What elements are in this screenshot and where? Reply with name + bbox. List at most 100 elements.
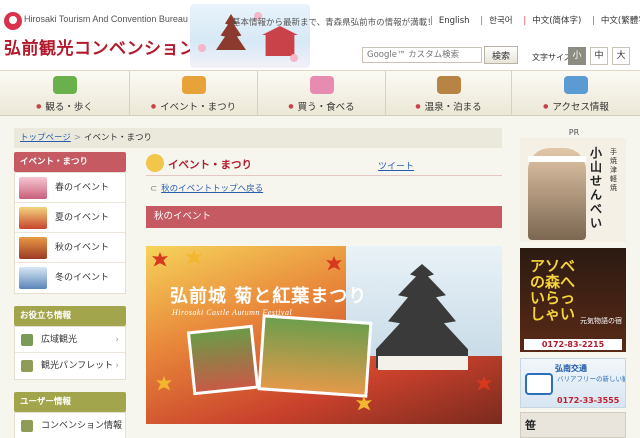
nav-label: アクセス情報 <box>512 99 640 113</box>
banner-photo <box>257 314 373 398</box>
nav-access[interactable]: アクセス情報 <box>512 71 640 115</box>
sidebar-item-winter[interactable]: 冬のイベント <box>15 263 125 293</box>
sidebar-item-summer[interactable]: 夏のイベント <box>15 203 125 233</box>
lang-english[interactable]: English <box>439 16 470 26</box>
nav-label: 観る・歩く <box>0 99 129 113</box>
chevron-right-icon: › <box>115 361 119 371</box>
sidebar-item-label: 観光パンフレット <box>41 361 114 371</box>
ad-copy: バリアフリーの新しい観光バスで <box>557 375 626 383</box>
return-arrow-icon: ⊂ <box>150 184 158 194</box>
sidebar-users-heading: ユーザー情報 <box>14 392 126 412</box>
festival-icon <box>181 76 206 94</box>
nav-onsen-lodging[interactable]: 温泉・泊まる <box>386 71 512 115</box>
map-icon <box>21 334 33 346</box>
ad-headline: アソベの森へいらっしゃい <box>530 257 576 323</box>
autumn-thumbnail-icon <box>19 237 47 259</box>
lang-chinese-traditional[interactable]: 中文(繁體字) <box>601 16 640 26</box>
sidebar-item-convention[interactable]: コンベンション情報 › <box>15 413 125 438</box>
ad-caption: 元気物語の宿 <box>580 317 622 325</box>
castle-wall <box>378 356 468 370</box>
headband <box>528 156 586 162</box>
search-input[interactable] <box>362 47 482 63</box>
ad-brand: 弘南交通 <box>555 364 587 373</box>
sidebar-item-pamphlet[interactable]: 観光パンフレット › <box>15 353 125 379</box>
page-title-bar: イベント・まつり ツイート <box>146 152 502 176</box>
nav-label: 温泉・泊まる <box>386 99 511 113</box>
ad-title: 小山せんべい <box>590 146 603 230</box>
banner-subtitle: Hirosaki Castle Autumn Festival <box>172 308 293 317</box>
back-link-row: ⊂ 秋のイベントトップへ戻る <box>150 182 263 194</box>
maple-leaf-icon <box>156 376 172 391</box>
convention-icon <box>21 420 33 432</box>
western-building-icon <box>262 26 298 56</box>
pr-label: PR <box>568 128 580 137</box>
search-button[interactable]: 検索 <box>484 46 518 64</box>
cherry-blossom-icon <box>290 54 298 62</box>
language-nav: |English |한국어 |中文(简体字) |中文(繁體字) <box>422 14 640 26</box>
maple-leaf-icon <box>476 376 492 391</box>
font-size-medium-button[interactable]: 中 <box>590 47 608 65</box>
back-to-autumn-link[interactable]: 秋のイベントトップへ戻る <box>161 184 263 194</box>
maple-leaf-icon <box>152 252 168 267</box>
camera-icon <box>52 76 77 94</box>
sidebar-item-label: 冬のイベント <box>55 273 110 283</box>
ad-mark: 笹 <box>525 419 536 432</box>
font-size-large-button[interactable]: 大 <box>612 47 630 65</box>
chevron-right-icon: › <box>115 335 119 345</box>
chevron-right-icon: › <box>115 421 119 431</box>
sidebar-item-spring[interactable]: 春のイベント <box>15 173 125 203</box>
festival-banner[interactable]: 弘前城 菊と紅葉まつり Hirosaki Castle Autumn Festi… <box>146 246 502 424</box>
nav-shopping-dining[interactable]: 買う・食べる <box>258 71 386 115</box>
pr-ad-asobe[interactable]: アソベの森へいらっしゃい 元気物語の宿 0172-83-2215 <box>520 248 626 352</box>
ad-phone: 0172-33-3555 <box>557 396 620 405</box>
festival-icon <box>146 154 164 172</box>
font-size-label: 文字サイズ <box>532 53 572 62</box>
sidebar-item-label: コンベンション情報 <box>41 421 123 431</box>
maple-leaf-icon <box>326 256 342 271</box>
header-illustration <box>190 4 310 68</box>
nav-label: イベント・まつり <box>130 99 257 113</box>
bus-icon <box>525 373 553 395</box>
sidebar-item-regional[interactable]: 広域観光 › <box>15 327 125 353</box>
maple-leaf-icon <box>356 396 372 411</box>
site-tagline: 基本情報から最新まで、青森県弘前市の情報が満載！ <box>232 18 436 28</box>
shopping-bag-icon <box>309 76 334 94</box>
banner-photo <box>186 324 260 396</box>
sidebar-item-autumn[interactable]: 秋のイベント <box>15 233 125 263</box>
pr-ad-konan-bus[interactable]: 弘南交通 バリアフリーの新しい観光バスで 0172-33-3555 <box>520 358 626 408</box>
nav-label: 買う・食べる <box>258 99 385 113</box>
breadcrumb-home[interactable]: トップページ <box>20 133 71 143</box>
left-sidebar: イベント・まつり 春のイベント 夏のイベント 秋のイベント 冬のイベント お役立… <box>14 152 126 438</box>
spring-thumbnail-icon <box>19 177 47 199</box>
page-title: イベント・まつり <box>168 159 252 171</box>
pr-ad-partial[interactable]: 笹 <box>520 412 626 438</box>
nav-sightseeing[interactable]: 観る・歩く <box>0 71 130 115</box>
banner-title: 弘前城 菊と紅葉まつり <box>170 286 368 307</box>
sidebar-item-label: 夏のイベント <box>55 213 110 223</box>
sidebar-events-heading: イベント・まつり <box>14 152 126 172</box>
winter-thumbnail-icon <box>19 267 47 289</box>
ad-subtitle: 手焼津軽焼 <box>610 148 617 192</box>
global-nav: 観る・歩く イベント・まつり 買う・食べる 温泉・泊まる アクセス情報 <box>0 70 640 116</box>
org-name-english[interactable]: Hirosaki Tourism And Convention Bureau <box>24 14 188 24</box>
lang-korean[interactable]: 한국어 <box>489 16 512 26</box>
tweet-link[interactable]: ツイート <box>378 159 414 172</box>
breadcrumb: トップページ > イベント・まつり <box>14 128 502 148</box>
lang-chinese-simplified[interactable]: 中文(简体字) <box>532 16 581 26</box>
sidebar-item-label: 広域観光 <box>41 335 78 345</box>
pr-ad-senbei[interactable]: 手焼津軽焼 小山せんべい <box>520 138 626 242</box>
breadcrumb-current: イベント・まつり <box>83 133 152 143</box>
sidebar-item-label: 春のイベント <box>55 183 110 193</box>
sidebar-item-label: 秋のイベント <box>55 243 110 253</box>
sidebar-users-list: コンベンション情報 › <box>14 412 126 438</box>
maple-leaf-icon <box>186 250 202 265</box>
pamphlet-icon <box>21 360 33 372</box>
nav-events[interactable]: イベント・まつり <box>130 71 258 115</box>
section-heading: 秋のイベント <box>146 206 502 228</box>
sidebar-useful-list: 広域観光 › 観光パンフレット › <box>14 326 126 380</box>
cherry-blossom-icon <box>198 44 206 52</box>
ad-phone: 0172-83-2215 <box>524 339 622 350</box>
bureau-logo-icon[interactable] <box>4 12 22 30</box>
sidebar-events-list: 春のイベント 夏のイベント 秋のイベント 冬のイベント <box>14 172 126 294</box>
font-size-small-button[interactable]: 小 <box>568 47 586 65</box>
